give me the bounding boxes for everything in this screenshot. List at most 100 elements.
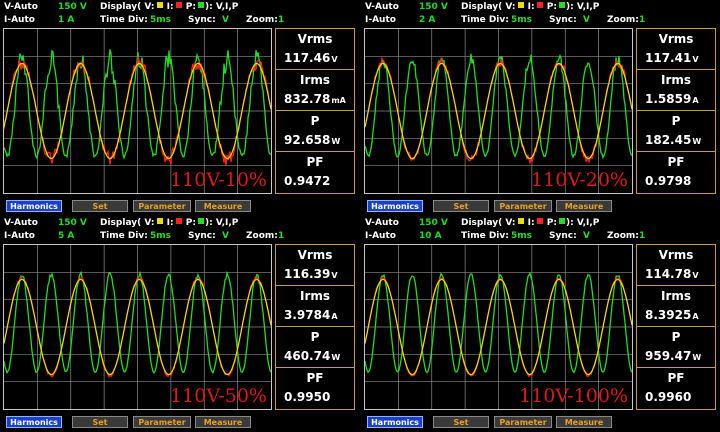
irms-label: Irms	[299, 289, 331, 303]
waveform-plot: 110V-10%	[3, 28, 272, 194]
voltage-color-swatch	[517, 2, 524, 8]
harmonics-button[interactable]: Harmonics	[6, 200, 62, 212]
power-color-swatch	[197, 2, 204, 8]
power-unit: W	[331, 137, 341, 146]
voltage-range-value[interactable]: 150 V	[419, 1, 448, 13]
set-button[interactable]: Set	[433, 416, 489, 428]
sync-value[interactable]: V	[222, 14, 229, 26]
vrms-unit: V	[692, 271, 699, 280]
zoom-value[interactable]: 1	[639, 14, 645, 26]
voltage-color-swatch	[156, 2, 163, 8]
softkey-bar: Harmonics Set Parameter Measure	[4, 416, 356, 429]
time-div-label: Time Div:	[100, 15, 148, 25]
irms-unit: A	[692, 312, 699, 321]
current-channel-label: I:	[166, 2, 174, 12]
voltage-channel-label: V:	[144, 218, 155, 228]
time-div-value[interactable]: 5ms	[511, 14, 532, 26]
voltage-range-value[interactable]: 150 V	[58, 1, 87, 13]
irms-value: 1.5859	[645, 92, 692, 106]
voltage-color-swatch	[517, 218, 524, 224]
measure-button[interactable]: Measure	[195, 200, 251, 212]
power-value: 959.47	[645, 349, 692, 363]
time-div-value[interactable]: 5ms	[150, 230, 171, 242]
softkey-bar: Harmonics Set Parameter Measure	[365, 416, 717, 429]
irms-value: 832.78	[284, 92, 331, 106]
current-range-value[interactable]: 1 A	[58, 14, 74, 26]
parameter-button[interactable]: Parameter	[494, 200, 552, 212]
voltage-range-value[interactable]: 150 V	[419, 217, 448, 229]
power-label: P	[310, 114, 320, 128]
parameter-button[interactable]: Parameter	[494, 416, 552, 428]
display-selector[interactable]: Display( V: I: P:): V,I,P	[461, 1, 599, 13]
zoom-value[interactable]: 1	[278, 230, 284, 242]
power-unit: W	[692, 137, 702, 146]
vrms-cell: Vrms 117.46V	[276, 29, 354, 70]
current-range-value[interactable]: 5 A	[58, 230, 74, 242]
irms-label: Irms	[660, 73, 692, 87]
vrms-value: 114.78	[645, 267, 692, 281]
measure-button[interactable]: Measure	[195, 416, 251, 428]
time-div-value[interactable]: 5ms	[150, 14, 171, 26]
time-div-label: Time Div:	[461, 15, 509, 25]
harmonics-button[interactable]: Harmonics	[6, 416, 62, 428]
zoom-label: Zoom:	[246, 231, 278, 241]
scope-panel: V-Auto 150 V Display( V: I: P:): V,I,P I…	[0, 216, 358, 430]
power-channel-label: P:	[185, 2, 196, 12]
sync-value[interactable]: V	[222, 230, 229, 242]
measure-button[interactable]: Measure	[556, 416, 612, 428]
zoom-value[interactable]: 1	[639, 230, 645, 242]
test-condition-label: 110V-10%	[170, 169, 267, 191]
display-selector[interactable]: Display( V: I: P:): V,I,P	[100, 1, 238, 13]
voltage-range-label: V-Auto	[4, 2, 38, 12]
pf-value: 0.9960	[645, 390, 692, 404]
pf-value: 0.9472	[284, 174, 331, 188]
time-div-value[interactable]: 5ms	[511, 230, 532, 242]
pf-cell: PF 0.9960	[637, 368, 715, 409]
irms-label: Irms	[660, 289, 692, 303]
power-cell: P 959.47W	[637, 327, 715, 368]
pf-cell: PF 0.9472	[276, 152, 354, 193]
voltage-color-swatch	[156, 218, 163, 224]
display-selector[interactable]: Display( V: I: P:): V,I,P	[461, 217, 599, 229]
status-header: V-Auto 150 V Display( V: I: P:): V,I,P I…	[365, 1, 717, 27]
harmonics-button[interactable]: Harmonics	[367, 416, 423, 428]
measure-button[interactable]: Measure	[556, 200, 612, 212]
display-label: Display(	[461, 2, 503, 12]
zoom-value[interactable]: 1	[278, 14, 284, 26]
pf-value: 0.9950	[284, 390, 331, 404]
measurement-panel: Vrms 117.41V Irms 1.5859A P 182.45W PF 0.979…	[636, 28, 716, 194]
vrms-cell: Vrms 116.39V	[276, 245, 354, 286]
irms-cell: Irms 3.9784A	[276, 286, 354, 327]
voltage-range-value[interactable]: 150 V	[58, 217, 87, 229]
set-button[interactable]: Set	[72, 200, 128, 212]
vrms-unit: V	[331, 55, 338, 64]
power-value: 92.658	[284, 133, 331, 147]
time-div-label: Time Div:	[100, 231, 148, 241]
pf-cell: PF 0.9950	[276, 368, 354, 409]
current-range-value[interactable]: 10 A	[419, 230, 442, 242]
sync-value[interactable]: V	[583, 14, 590, 26]
vrms-value: 117.41	[645, 51, 692, 65]
measurement-panel: Vrms 117.46V Irms 832.78mA P 92.658W PF 0.94…	[275, 28, 355, 194]
sync-label: Sync:	[549, 231, 577, 241]
voltage-range-label: V-Auto	[365, 218, 399, 228]
sync-value[interactable]: V	[583, 230, 590, 242]
current-range-label: I-Auto	[365, 231, 396, 241]
parameter-button[interactable]: Parameter	[133, 200, 191, 212]
irms-value: 3.9784	[284, 308, 331, 322]
pf-label: PF	[667, 371, 685, 385]
set-button[interactable]: Set	[72, 416, 128, 428]
current-color-swatch	[175, 2, 182, 8]
display-selector[interactable]: Display( V: I: P:): V,I,P	[100, 217, 238, 229]
parameter-button[interactable]: Parameter	[133, 416, 191, 428]
harmonics-button[interactable]: Harmonics	[367, 200, 423, 212]
current-range-value[interactable]: 2 A	[419, 14, 435, 26]
status-header: V-Auto 150 V Display( V: I: P:): V,I,P I…	[365, 217, 717, 243]
vrms-label: Vrms	[297, 32, 333, 46]
power-unit: W	[692, 353, 702, 362]
current-color-swatch	[536, 218, 543, 224]
vrms-value: 116.39	[284, 267, 331, 281]
vrms-value: 117.46	[284, 51, 331, 65]
set-button[interactable]: Set	[433, 200, 489, 212]
power-label: P	[671, 330, 681, 344]
